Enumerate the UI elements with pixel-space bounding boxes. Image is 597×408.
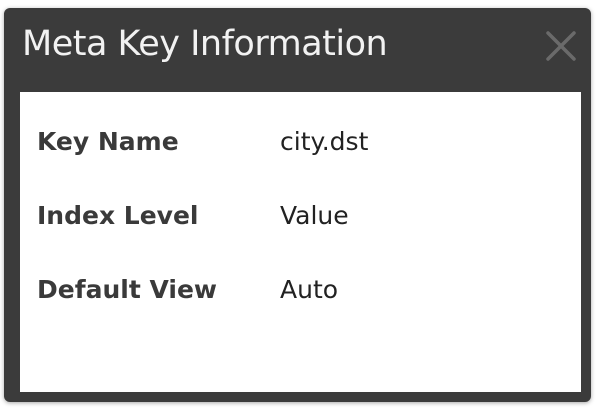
field-value-default-view: Auto xyxy=(280,275,339,304)
field-value-index-level: Value xyxy=(280,201,349,230)
meta-key-information-dialog: Meta Key Information Key Name city.dst I… xyxy=(4,8,591,402)
field-row-default-view: Default View Auto xyxy=(37,275,338,304)
dialog-content: Key Name city.dst Index Level Value Defa… xyxy=(20,92,581,392)
field-label-default-view: Default View xyxy=(37,275,218,304)
close-icon xyxy=(546,31,576,61)
field-label-index-level: Index Level xyxy=(37,201,199,230)
dialog-title: Meta Key Information xyxy=(22,24,388,64)
field-label-key-name: Key Name xyxy=(37,127,179,156)
close-button[interactable] xyxy=(541,26,581,66)
field-value-key-name: city.dst xyxy=(280,127,369,156)
field-row-key-name: Key Name city.dst xyxy=(37,127,368,156)
field-row-index-level: Index Level Value xyxy=(37,201,349,230)
dialog-titlebar: Meta Key Information xyxy=(4,8,591,92)
